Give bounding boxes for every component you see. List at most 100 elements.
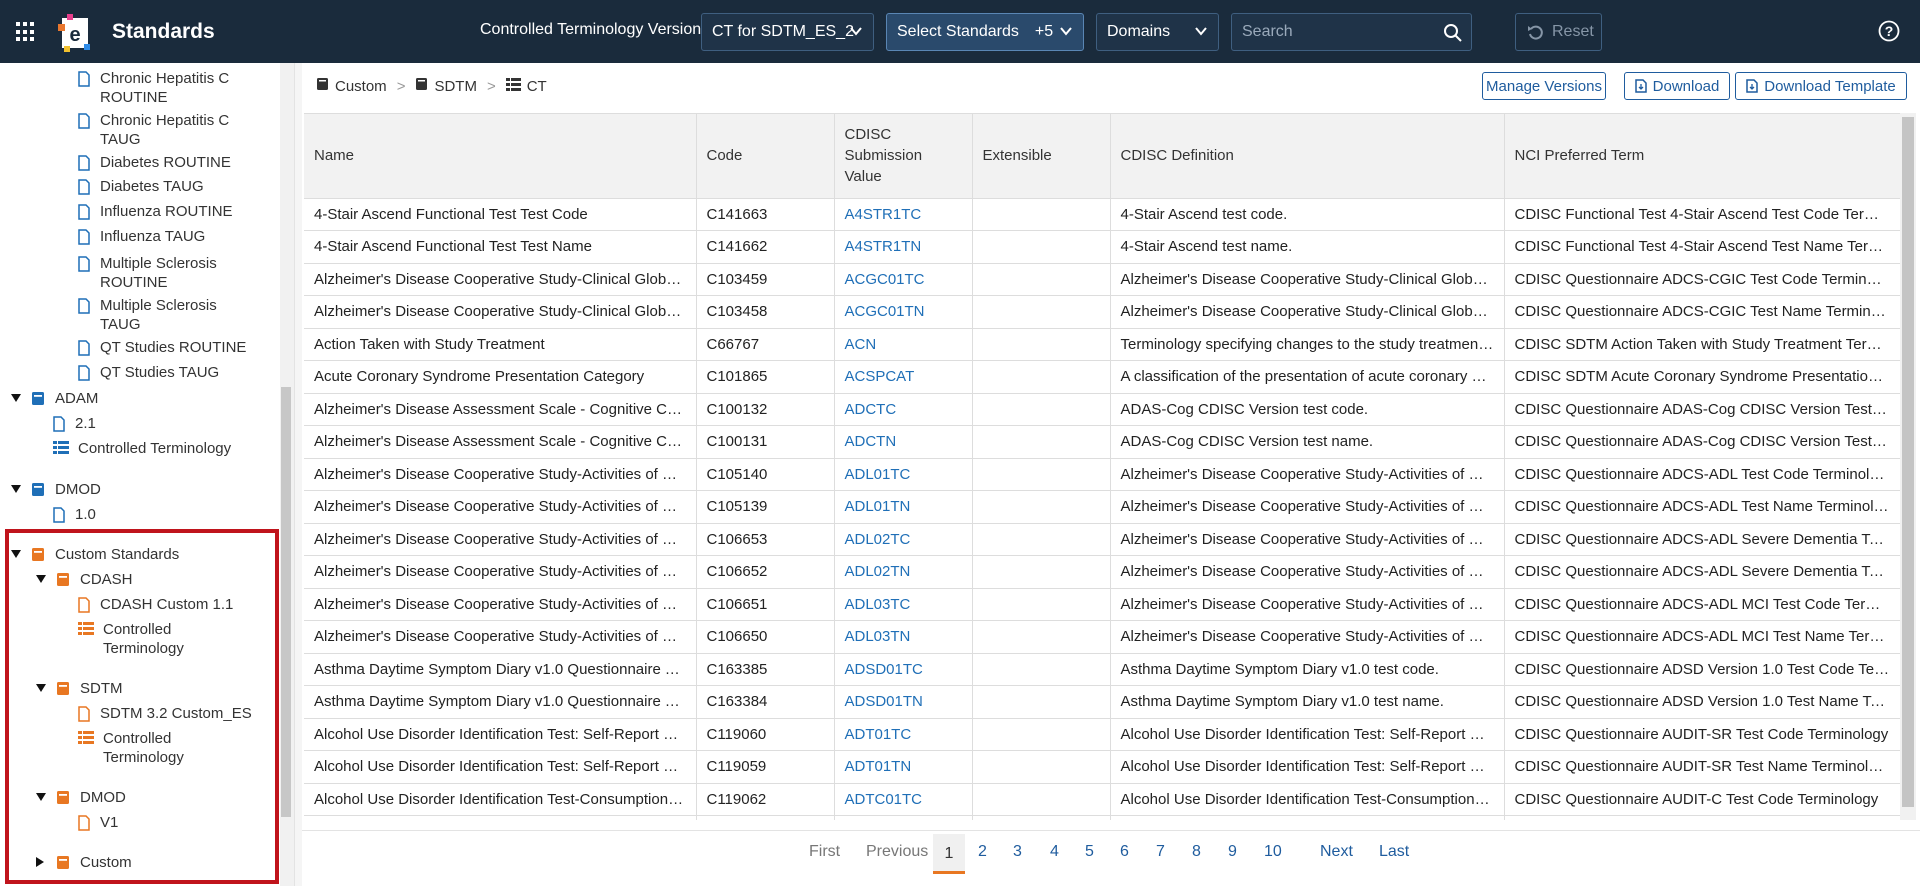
download-button[interactable]: Download bbox=[1624, 72, 1730, 100]
panel-splitter[interactable] bbox=[294, 63, 302, 886]
column-header-extensible[interactable]: Extensible bbox=[972, 114, 1111, 199]
cell-submission-value[interactable]: ACGC01TN bbox=[834, 295, 973, 329]
download-template-button[interactable]: Download Template bbox=[1735, 72, 1907, 100]
cell-submission-value[interactable]: A4STR1TC bbox=[834, 198, 973, 231]
table-row[interactable]: Alzheimer's Disease Cooperative Study-Cl… bbox=[304, 263, 1900, 296]
domains-select[interactable]: Domains bbox=[1096, 13, 1219, 51]
table-row[interactable]: Asthma Daytime Symptom Diary v1.0 Questi… bbox=[304, 685, 1900, 719]
cell-submission-value[interactable]: A4STR1TN bbox=[834, 230, 973, 264]
column-header-nci-preferred-term[interactable]: NCI Preferred Term bbox=[1504, 114, 1900, 199]
table-row[interactable]: Alzheimer's Disease Cooperative Study-Ac… bbox=[304, 620, 1900, 654]
pager-next[interactable]: Next bbox=[1320, 843, 1353, 861]
cell-name: Asthma Daytime Symptom Diary v1.0 Questi… bbox=[304, 685, 697, 719]
pager-page-10[interactable]: 10 bbox=[1264, 843, 1282, 861]
table-row[interactable]: Alzheimer's Disease Assessment Scale - C… bbox=[304, 425, 1900, 459]
breadcrumb-item-ct[interactable]: CT bbox=[527, 78, 547, 95]
table-row[interactable]: Alcohol Use Disorder Identification Test… bbox=[304, 783, 1900, 816]
cell-submission-value[interactable]: ADCTN bbox=[834, 425, 973, 459]
pager-page-2[interactable]: 2 bbox=[978, 843, 987, 861]
table-row[interactable]: Alzheimer's Disease Cooperative Study-Ac… bbox=[304, 458, 1900, 491]
breadcrumb-item-custom[interactable]: Custom bbox=[335, 78, 387, 95]
pager-page-6[interactable]: 6 bbox=[1120, 843, 1129, 861]
breadcrumb-separator: > bbox=[486, 77, 496, 95]
document-icon bbox=[53, 416, 65, 437]
table-row[interactable]: Alzheimer's Disease Cooperative Study-Ac… bbox=[304, 523, 1900, 556]
pager-page-3[interactable]: 3 bbox=[1013, 843, 1022, 861]
sidebar-item-label-line: QT Studies ROUTINE bbox=[100, 339, 247, 356]
table-row[interactable]: Alzheimer's Disease Cooperative Study-Ac… bbox=[304, 555, 1900, 589]
table-row[interactable]: Alcohol Use Disorder Identification Test… bbox=[304, 718, 1900, 751]
cell-submission-value[interactable]: ADSD01TC bbox=[834, 653, 973, 686]
pager-previous[interactable]: Previous bbox=[866, 843, 928, 861]
cell-submission-value[interactable]: ADT01TC bbox=[834, 718, 973, 751]
cell-submission-value[interactable]: ACN bbox=[834, 328, 973, 361]
pager-page-8[interactable]: 8 bbox=[1192, 843, 1201, 861]
cell-name: Alcohol Use Disorder Identification Test… bbox=[304, 783, 697, 816]
cell-submission-value[interactable]: ADSD01TN bbox=[834, 685, 973, 719]
table-row[interactable]: Alzheimer's Disease Cooperative Study-Cl… bbox=[304, 295, 1900, 329]
table-row[interactable]: Alzheimer's Disease Cooperative Study-Ac… bbox=[304, 588, 1900, 621]
cell-submission-value[interactable]: ADTC01TC bbox=[834, 783, 973, 816]
search-input[interactable] bbox=[1232, 14, 1432, 50]
sidebar-item-label-line: DMOD bbox=[55, 481, 101, 498]
table-row[interactable]: Alzheimer's Disease Assessment Scale - C… bbox=[304, 393, 1900, 426]
cell-extensible bbox=[972, 458, 1111, 491]
pager-page-7[interactable]: 7 bbox=[1156, 843, 1165, 861]
table-row[interactable]: Alzheimer's Disease Cooperative Study-Ac… bbox=[304, 490, 1900, 524]
table-row[interactable]: 4-Stair Ascend Functional Test Test Code… bbox=[304, 198, 1900, 231]
pager-page-1[interactable]: 1 bbox=[933, 834, 965, 874]
cell-submission-value[interactable]: ADL01TN bbox=[834, 490, 973, 524]
table-row[interactable]: Alcohol Use Disorder Identification Test… bbox=[304, 750, 1900, 784]
cell-submission-value[interactable]: ADL01TC bbox=[834, 458, 973, 491]
cell-name: Alzheimer's Disease Cooperative Study-Ac… bbox=[304, 523, 697, 556]
pager-last[interactable]: Last bbox=[1379, 843, 1409, 861]
cell-submission-value[interactable]: ADTC01TN bbox=[834, 815, 973, 820]
column-header-definition[interactable]: CDISC Definition bbox=[1110, 114, 1505, 199]
column-header-submission-value[interactable]: CDISC Submission Value bbox=[834, 114, 973, 199]
cell-code: C66767 bbox=[696, 328, 835, 361]
cell-extensible bbox=[972, 718, 1111, 751]
cell-definition: Alzheimer's Disease Cooperative Study-Cl… bbox=[1110, 295, 1505, 329]
reset-button[interactable]: Reset bbox=[1515, 13, 1602, 51]
cell-submission-value[interactable]: ADT01TN bbox=[834, 750, 973, 784]
document-icon bbox=[78, 204, 90, 225]
breadcrumb-item-sdtm[interactable]: SDTM bbox=[434, 78, 477, 95]
help-icon[interactable]: ? bbox=[1878, 20, 1900, 42]
table-row[interactable]: Acute Coronary Syndrome Presentation Cat… bbox=[304, 360, 1900, 394]
standards-select[interactable]: Select Standards +5 bbox=[886, 13, 1084, 51]
sidebar-item-label-line: Controlled Terminology bbox=[78, 440, 232, 457]
table-row[interactable]: Asthma Daytime Symptom Diary v1.0 Questi… bbox=[304, 653, 1900, 686]
column-header-code[interactable]: Code bbox=[696, 114, 835, 199]
table-scrollbar-thumb[interactable] bbox=[1902, 117, 1914, 807]
cell-submission-value[interactable]: ACGC01TC bbox=[834, 263, 973, 296]
cell-extensible bbox=[972, 393, 1111, 426]
cell-submission-value[interactable]: ADL02TN bbox=[834, 555, 973, 589]
ct-version-select[interactable]: CT for SDTM_ES_2 bbox=[701, 13, 874, 51]
cell-name: Alzheimer's Disease Cooperative Study-Cl… bbox=[304, 295, 697, 329]
table-header-row: Name Code CDISC Submission Value Extensi… bbox=[304, 114, 1900, 199]
cell-submission-value[interactable]: ADL03TC bbox=[834, 588, 973, 621]
apps-grid-icon[interactable] bbox=[16, 22, 36, 42]
expand-caret-icon[interactable] bbox=[11, 485, 21, 493]
sidebar-item-label-line: ADAM bbox=[55, 390, 99, 407]
pager-page-4[interactable]: 4 bbox=[1050, 843, 1059, 861]
file-download-icon bbox=[1746, 79, 1758, 93]
cell-submission-value[interactable]: ACSPCAT bbox=[834, 360, 973, 394]
cell-submission-value[interactable]: ADCTC bbox=[834, 393, 973, 426]
pager-first[interactable]: First bbox=[809, 843, 840, 861]
cell-extensible bbox=[972, 555, 1111, 589]
cell-submission-value[interactable]: ADL02TC bbox=[834, 523, 973, 556]
expand-caret-icon[interactable] bbox=[11, 394, 21, 402]
cell-extensible bbox=[972, 230, 1111, 264]
table-row[interactable]: Alcohol Use Disorder Identification Test… bbox=[304, 815, 1900, 820]
search-icon[interactable] bbox=[1443, 23, 1463, 43]
manage-versions-button[interactable]: Manage Versions bbox=[1482, 72, 1606, 100]
cell-submission-value[interactable]: ADL03TN bbox=[834, 620, 973, 654]
column-header-name[interactable]: Name bbox=[304, 114, 697, 199]
document-icon bbox=[78, 71, 90, 92]
sidebar-scrollbar-thumb[interactable] bbox=[281, 387, 291, 817]
pager-page-9[interactable]: 9 bbox=[1228, 843, 1237, 861]
table-row[interactable]: 4-Stair Ascend Functional Test Test Name… bbox=[304, 230, 1900, 264]
table-row[interactable]: Action Taken with Study Treatment C66767 A… bbox=[304, 328, 1900, 361]
pager-page-5[interactable]: 5 bbox=[1085, 843, 1094, 861]
